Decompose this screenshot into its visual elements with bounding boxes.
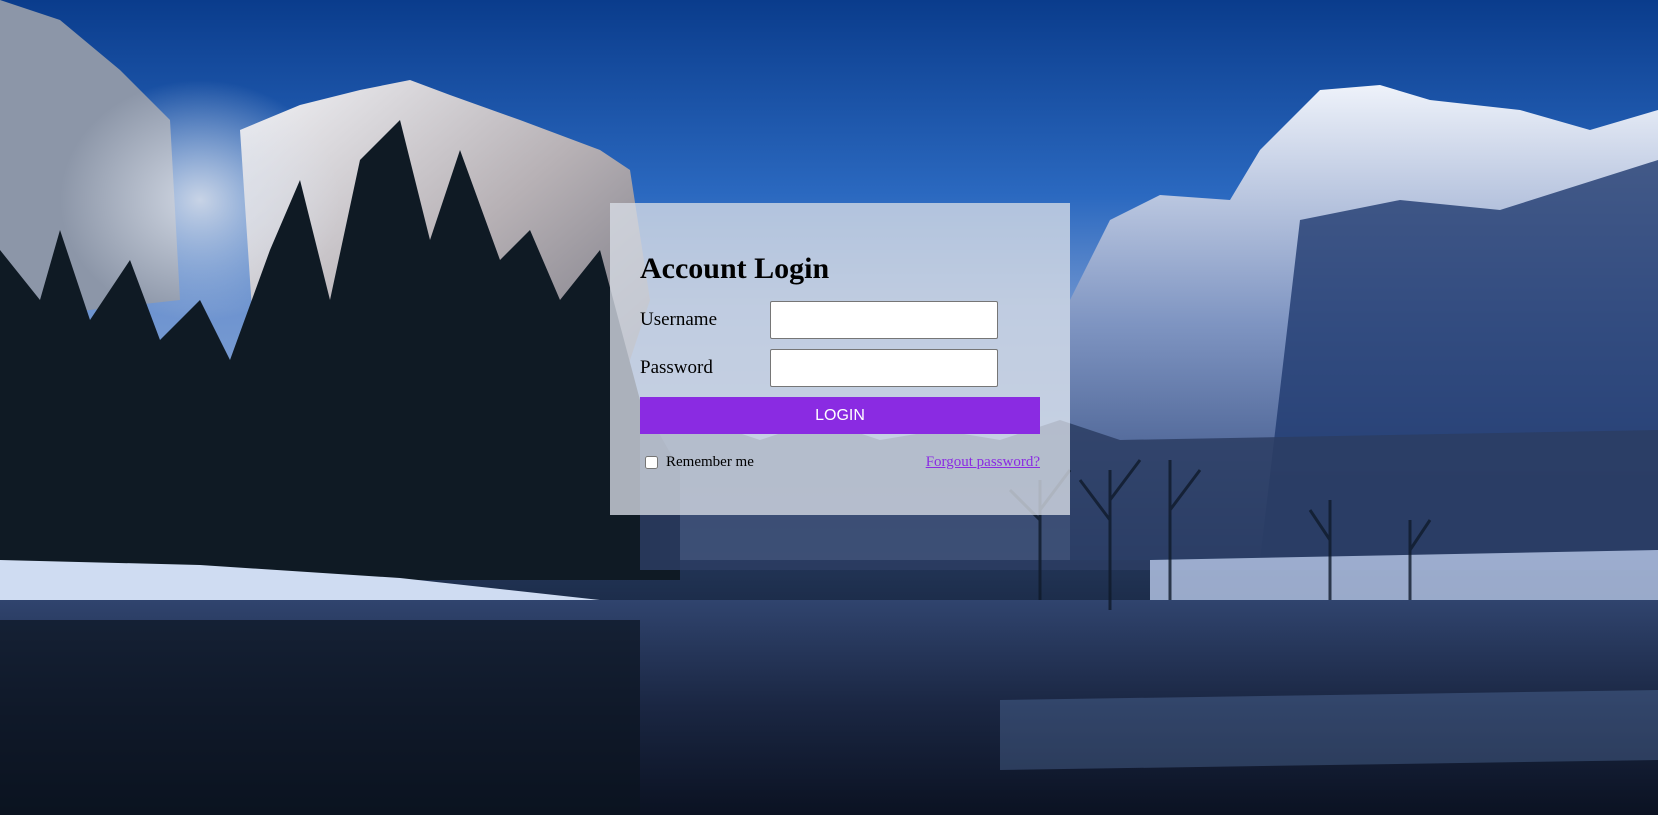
username-row: Username (640, 301, 1040, 339)
login-panel: Account Login Username Password LOGIN Re… (610, 203, 1070, 515)
forgot-password-link[interactable]: Forgout password? (926, 454, 1040, 471)
password-label: Password (640, 357, 713, 378)
username-input[interactable] (770, 301, 998, 339)
login-options-row: Remember me Forgout password? (640, 454, 1040, 471)
login-button[interactable]: LOGIN (640, 397, 1040, 434)
password-row: Password (640, 349, 1040, 387)
remember-me-checkbox[interactable] (645, 456, 658, 469)
password-input[interactable] (770, 349, 998, 387)
page-title: Account Login (640, 252, 830, 285)
username-label: Username (640, 309, 718, 330)
remember-me[interactable]: Remember me (640, 454, 754, 471)
background-scene: Account Login Username Password LOGIN Re… (0, 0, 1658, 815)
remember-me-label: Remember me (666, 454, 754, 470)
